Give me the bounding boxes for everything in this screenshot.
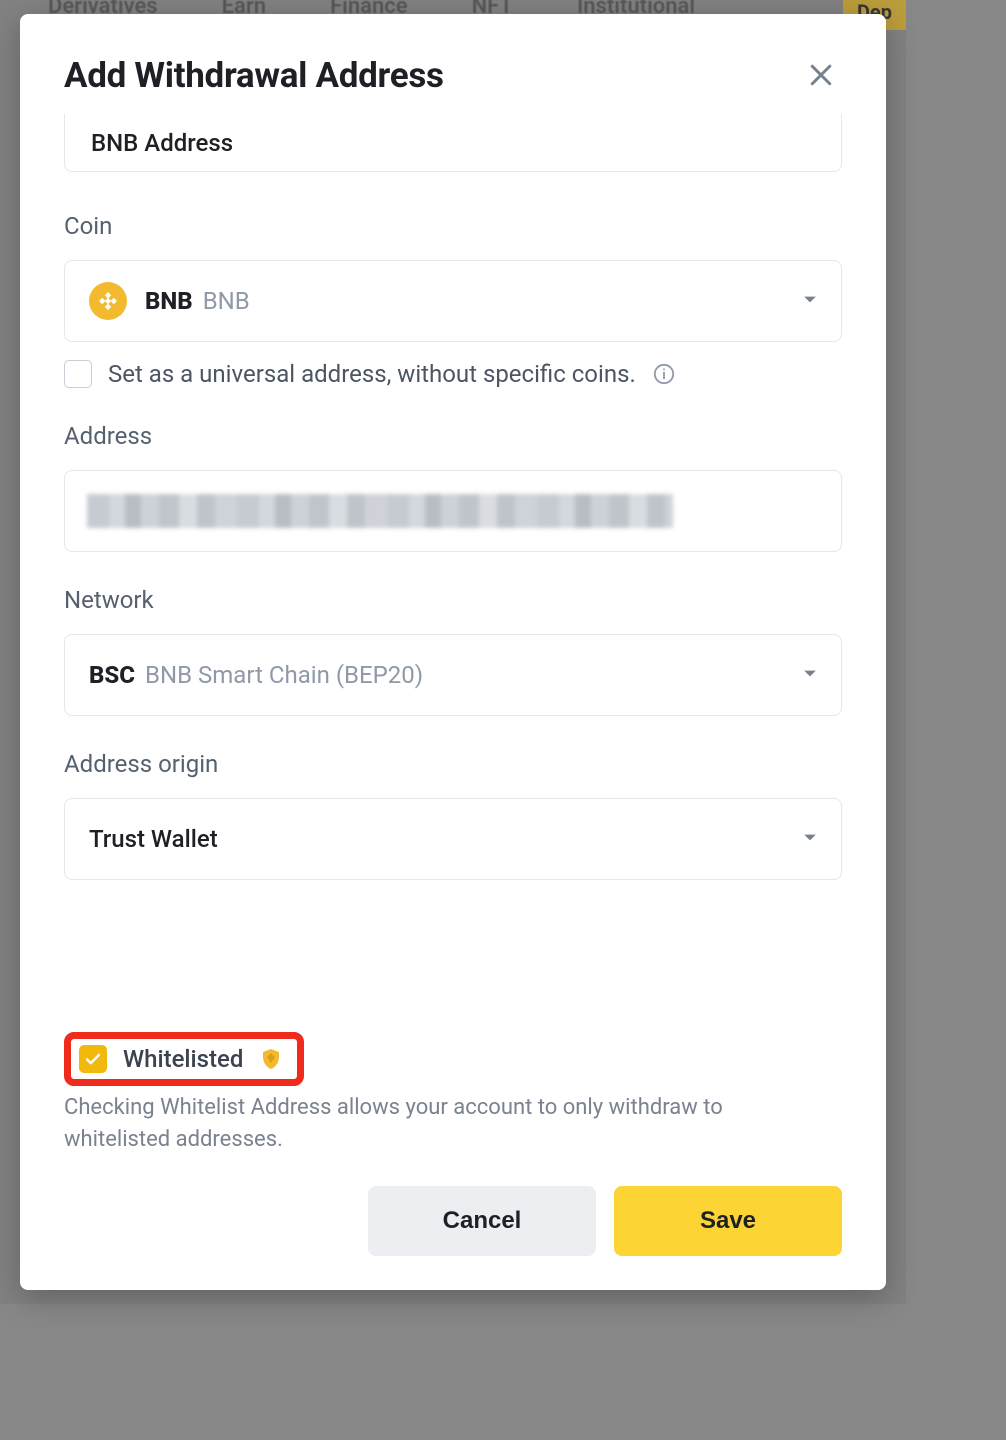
modal-title: Add Withdrawal Address xyxy=(64,55,444,96)
origin-select[interactable]: Trust Wallet xyxy=(64,798,842,880)
universal-address-row: Set as a universal address, without spec… xyxy=(64,360,842,388)
address-label-value: BNB Address xyxy=(91,129,233,157)
whitelist-help-text: Checking Whitelist Address allows your a… xyxy=(64,1092,784,1156)
coin-symbol: BNB xyxy=(145,287,193,315)
origin-group: Address origin Trust Wallet xyxy=(64,750,842,880)
network-label: Network xyxy=(64,586,842,614)
chevron-down-icon xyxy=(803,830,817,849)
shield-icon xyxy=(259,1047,283,1071)
origin-label: Address origin xyxy=(64,750,842,778)
whitelist-checkbox[interactable] xyxy=(79,1045,107,1073)
whitelist-label: Whitelisted xyxy=(123,1045,243,1073)
save-button[interactable]: Save xyxy=(614,1186,842,1256)
address-label: Address xyxy=(64,422,842,450)
modal-footer: Cancel Save xyxy=(64,1186,842,1256)
cancel-button[interactable]: Cancel xyxy=(368,1186,596,1256)
universal-address-text: Set as a universal address, without spec… xyxy=(108,360,636,388)
coin-select[interactable]: BNB BNB xyxy=(64,260,842,342)
network-group: Network BSC BNB Smart Chain (BEP20) xyxy=(64,586,842,716)
modal-header: Add Withdrawal Address xyxy=(64,54,842,96)
chevron-down-icon xyxy=(803,292,817,311)
address-group: Address xyxy=(64,422,842,552)
coin-name: BNB xyxy=(203,287,250,315)
chevron-down-icon xyxy=(803,666,817,685)
close-icon xyxy=(806,60,836,90)
whitelist-highlight: Whitelisted xyxy=(64,1032,304,1086)
modal-scroll-area[interactable]: BNB Address Coin BNB BNB Set as a univer… xyxy=(64,114,862,1026)
info-icon[interactable] xyxy=(652,362,676,386)
coin-label: Coin xyxy=(64,212,842,240)
origin-value: Trust Wallet xyxy=(89,825,218,853)
network-symbol: BSC xyxy=(89,661,135,689)
coin-group: Coin BNB BNB Set as a universal address,… xyxy=(64,212,842,388)
whitelist-section: Whitelisted Checking Whitelist Address a… xyxy=(64,1032,842,1156)
add-withdrawal-address-modal: Add Withdrawal Address BNB Address Coin … xyxy=(20,14,886,1290)
close-button[interactable] xyxy=(800,54,842,96)
address-value-redacted xyxy=(87,494,673,528)
address-input[interactable] xyxy=(64,470,842,552)
address-label-input[interactable]: BNB Address xyxy=(64,114,842,172)
network-select[interactable]: BSC BNB Smart Chain (BEP20) xyxy=(64,634,842,716)
network-name: BNB Smart Chain (BEP20) xyxy=(145,661,423,689)
bnb-icon xyxy=(89,282,127,320)
universal-address-checkbox[interactable] xyxy=(64,360,92,388)
